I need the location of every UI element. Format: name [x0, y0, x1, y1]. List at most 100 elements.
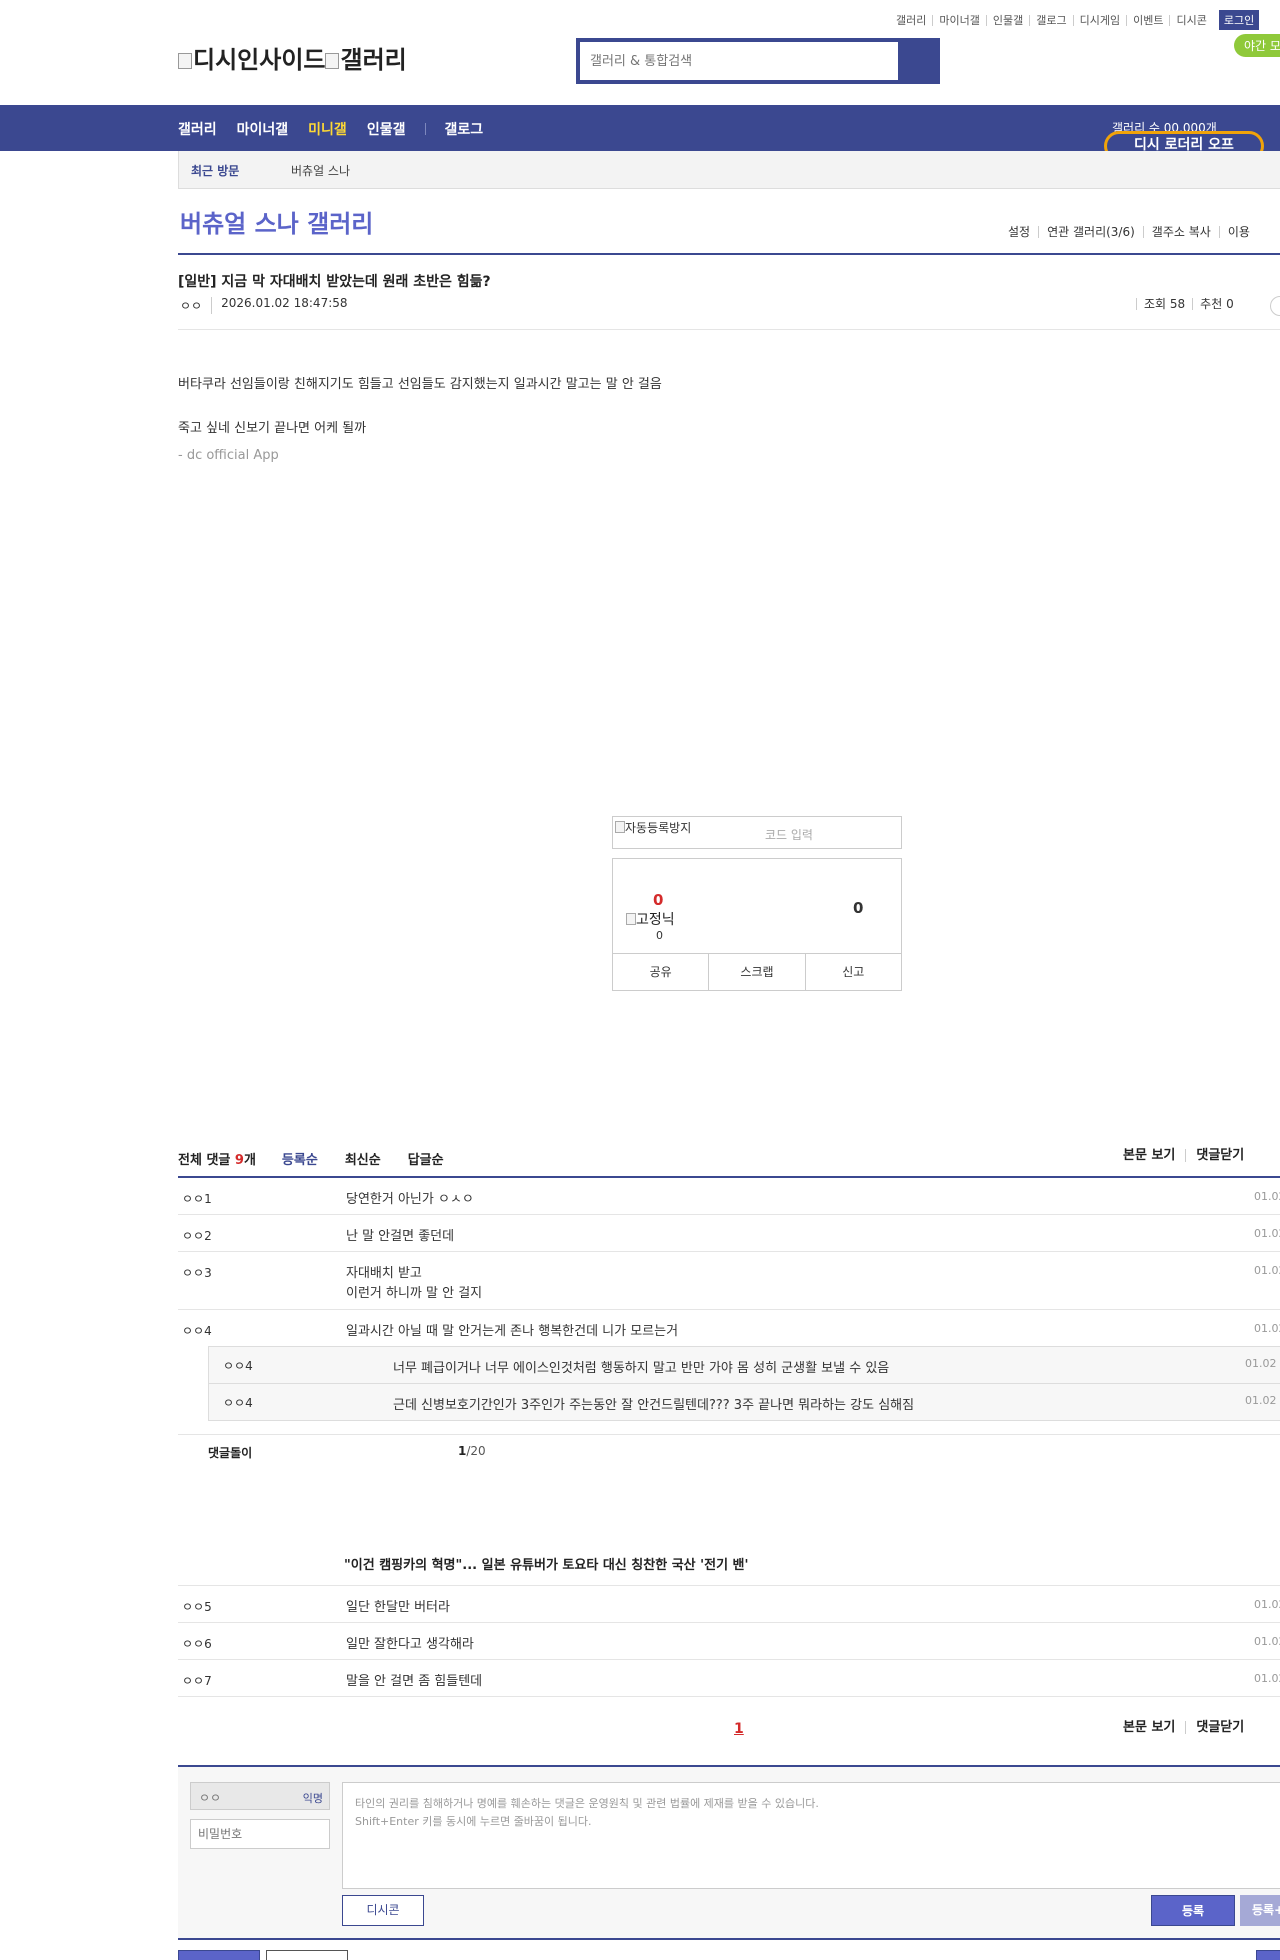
reply-date: 01.02 1	[1245, 1394, 1280, 1407]
comment-page-number[interactable]: 1	[734, 1721, 744, 1737]
anonymous-label: 익명	[302, 1792, 323, 1805]
comment-row: ㅇㅇ3 자대배치 받고이런거 하니까 말 안 걸지 01.02 18	[178, 1252, 1280, 1310]
reply-spacer	[178, 1421, 1280, 1435]
view-post-link[interactable]: 본문 보기	[1116, 1721, 1185, 1734]
comment-textarea[interactable]: 타인의 권리를 침해하거나 명예를 훼손하는 댓글은 운영원칙 및 관련 법률에…	[342, 1782, 1280, 1889]
reply-nick[interactable]: ㅇㅇ4	[223, 1357, 253, 1374]
sort-by-replies[interactable]: 답글순	[408, 1149, 444, 1168]
submit-recommend-button[interactable]: 등록+추천	[1240, 1895, 1280, 1926]
comment-date: 01.02 18	[1254, 1635, 1280, 1648]
comment-nick[interactable]: ㅇㅇ3	[182, 1264, 212, 1281]
close-comments-link[interactable]: 댓글닫기	[1185, 1721, 1254, 1734]
comment-nick[interactable]: ㅇㅇ2	[182, 1227, 212, 1244]
broken-image-icon	[615, 821, 625, 833]
comment-notice-line: Shift+Enter 키를 동시에 누르면 줄바꿈이 됩니다.	[355, 1815, 592, 1828]
post-author[interactable]: ㅇㅇ	[180, 297, 211, 314]
comment-notice-line: 타인의 권리를 침해하거나 명예를 훼손하는 댓글은 운영원칙 및 관련 법률에…	[355, 1797, 819, 1810]
copy-address-link[interactable]: 갤주소 복사	[1142, 226, 1219, 238]
comment-bot-pager: 1/20	[458, 1444, 486, 1458]
comment-text: 당연한거 아닌가 ㅇㅅㅇ	[346, 1192, 474, 1207]
util-link-minor[interactable]: 마이너갤	[932, 14, 985, 26]
report-button[interactable]: 신고	[804, 954, 901, 990]
recent-visit-title[interactable]: 최근 방문	[191, 162, 239, 179]
post-meta: ㅇㅇ 2026.01.02 18:47:58	[180, 297, 348, 314]
util-link-dccon[interactable]: 디시콘	[1169, 14, 1212, 26]
nav-gallog[interactable]: 갤로그	[444, 119, 483, 139]
post-body-line: 죽고 싶네 신보기 끝나면 어케 될까	[178, 421, 367, 436]
downvote-count[interactable]: 0	[853, 899, 863, 917]
comment-footer-links: 본문 보기 댓글닫기	[1116, 1721, 1254, 1734]
sort-by-latest[interactable]: 최신순	[345, 1149, 381, 1168]
post-stats: 조회 58 추천 0	[1136, 298, 1241, 310]
util-link-gallery[interactable]: 갤러리	[890, 15, 932, 26]
recent-visit-item[interactable]: 버츄얼 스나	[291, 162, 350, 179]
comment-text-line: 이런거 하니까 말 안 걸지	[346, 1286, 483, 1301]
comment-text: 일단 한달만 버터라	[346, 1600, 450, 1615]
password-field[interactable]	[190, 1819, 330, 1849]
nickname-field[interactable]: ㅇㅇ 익명	[190, 1782, 330, 1810]
util-link-gallog[interactable]: 갤로그	[1029, 14, 1072, 26]
comment-date: 01.02	[1254, 1322, 1280, 1335]
nav-mini-gallery[interactable]: 미니갤	[308, 119, 347, 139]
comment-count-icon[interactable]	[1270, 296, 1280, 316]
nav-person-gallery[interactable]: 인물갤	[367, 119, 406, 139]
broken-image-icon	[325, 53, 340, 69]
comment-nick[interactable]: ㅇㅇ1	[182, 1190, 212, 1207]
captcha-image-alt: 자동등록방지	[625, 821, 692, 835]
comment-row: ㅇㅇ1 당연한거 아닌가 ㅇㅅㅇ 01.02	[178, 1178, 1280, 1215]
dccon-button[interactable]: 디시콘	[342, 1895, 424, 1926]
comment-date: 01.02	[1254, 1598, 1280, 1611]
comment-nick[interactable]: ㅇㅇ5	[182, 1598, 212, 1615]
comment-total-count: 9	[234, 1153, 244, 1168]
util-link-event[interactable]: 이벤트	[1126, 14, 1169, 26]
nickname-value: ㅇㅇ	[199, 1791, 222, 1805]
comment-write-box: ㅇㅇ 익명 타인의 권리를 침해하거나 명예를 훼손하는 댓글은 운영원칙 및 …	[178, 1765, 1280, 1940]
login-button[interactable]: 로그인	[1218, 10, 1260, 30]
search-input[interactable]	[580, 42, 898, 80]
comment-total-label: 전체 댓글	[178, 1153, 231, 1168]
sort-by-register[interactable]: 등록순	[282, 1149, 318, 1168]
broken-image-icon	[178, 53, 192, 69]
usage-link[interactable]: 이용	[1218, 226, 1258, 238]
recommend-box: 0 고정닉 0 0 공유 스크랩 신고	[612, 858, 902, 991]
nav-gallery[interactable]: 갤러리	[178, 119, 217, 139]
scrap-button[interactable]: 스크랩	[708, 954, 804, 990]
comment-total: 전체 댓글 9개	[178, 1149, 256, 1168]
comment-nick[interactable]: ㅇㅇ6	[182, 1635, 212, 1652]
comment-bot-label: 댓글돌이	[208, 1446, 253, 1460]
news-link[interactable]: "이건 캠핑카의 혁명"... 일본 유튜버가 토요타 대신 칭찬한 국산 '전…	[344, 1554, 749, 1573]
main-nav: 갤러리 마이너갤 미니갤 인물갤 갤로그 갤러리 수 00,000개 디시 로더…	[0, 105, 1280, 161]
comment-text: 자대배치 받고 이런거 하니까 말 안 걸지	[346, 1264, 482, 1304]
site-logo[interactable]: 디시인사이드 갤러리	[178, 40, 407, 75]
secondary-button[interactable]	[266, 1950, 348, 1960]
reply-nick[interactable]: ㅇㅇ4	[223, 1394, 253, 1411]
submit-button[interactable]: 등록	[1151, 1895, 1235, 1926]
upvote-count[interactable]: 0	[653, 891, 663, 909]
search-button[interactable]	[898, 38, 940, 84]
gallery-title[interactable]: 버츄얼 스나 갤러리	[180, 204, 373, 239]
comment-text: 일과시간 아닐 때 말 안거는게 존나 행복한건데 니가 모르는거	[346, 1324, 679, 1339]
captcha-box: 자동등록방지 코드 입력	[612, 816, 902, 849]
fixed-nick-alt: 고정닉	[636, 912, 675, 928]
util-link-person[interactable]: 인물갤	[985, 14, 1029, 26]
reply-row: ㅇㅇ4 너무 폐급이거나 너무 에이스인것처럼 행동하지 말고 반만 가야 몸 …	[208, 1346, 1280, 1384]
util-link-game[interactable]: 디시게임	[1072, 14, 1126, 26]
comment-date: 01.02	[1254, 1190, 1280, 1203]
write-button[interactable]	[1256, 1950, 1280, 1960]
comment-row: ㅇㅇ5 일단 한달만 버터라 01.02	[178, 1586, 1280, 1623]
reply-row: ㅇㅇ4 근데 신병보호기간인가 3주인가 주는동안 잘 안건드릴텐데??? 3주…	[208, 1383, 1280, 1421]
view-post-link[interactable]: 본문 보기	[1116, 1149, 1185, 1162]
comment-text: 말을 안 걸면 좀 힘들텐데	[346, 1674, 483, 1689]
comment-bot-page-total: /20	[466, 1444, 486, 1458]
share-button[interactable]: 공유	[613, 954, 708, 990]
captcha-code-input[interactable]: 코드 입력	[765, 826, 813, 843]
night-mode-button[interactable]: 야간 모	[1234, 34, 1280, 57]
list-button[interactable]	[178, 1950, 260, 1960]
close-comments-link[interactable]: 댓글닫기	[1185, 1149, 1254, 1162]
related-gallery-link[interactable]: 연관 갤러리(3/6)	[1038, 226, 1143, 238]
gallery-settings-link[interactable]: 설정	[1000, 226, 1038, 238]
post-title: [일반] 지금 막 자대배치 받았는데 원래 초반은 힘듦?	[178, 274, 491, 290]
nav-minor-gallery[interactable]: 마이너갤	[237, 119, 289, 139]
comment-nick[interactable]: ㅇㅇ4	[182, 1322, 212, 1339]
comment-nick[interactable]: ㅇㅇ7	[182, 1672, 212, 1689]
